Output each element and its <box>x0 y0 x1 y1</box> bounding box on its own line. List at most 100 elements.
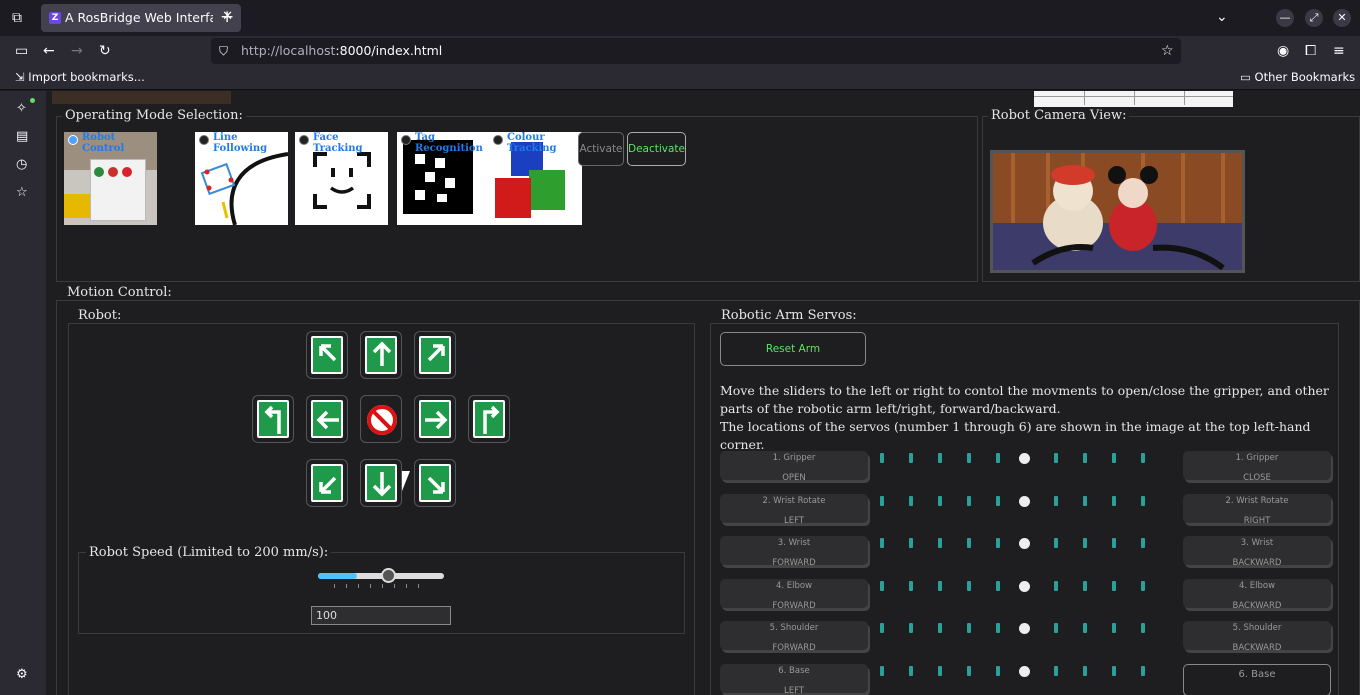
move-backward-right-button[interactable] <box>414 459 456 507</box>
servo-slider-tick <box>1083 623 1087 633</box>
servo-3-left-button[interactable]: 3. Wrist FORWARD <box>720 536 868 568</box>
radio-tag-recognition[interactable] <box>401 135 411 145</box>
servo-slider-tick <box>938 581 942 591</box>
servo-6-right-button[interactable]: 6. Base <box>1183 664 1331 695</box>
servo-slider-tick <box>996 623 1000 633</box>
servo-5-left-button[interactable]: 5. Shoulder FORWARD <box>720 621 868 653</box>
mode-tag-recognition[interactable]: Tag Recognition <box>397 132 490 225</box>
servo-slider-knob[interactable] <box>1019 538 1030 549</box>
maximize-icon[interactable]: ⤢ <box>1305 9 1323 27</box>
import-bookmarks-label: Import bookmarks... <box>28 70 145 84</box>
mode-colour-tracking[interactable]: Colour Tracking <box>489 132 582 225</box>
move-forward-right-button[interactable] <box>414 331 456 379</box>
servo-slider-tick <box>880 496 884 506</box>
mode-face-tracking[interactable]: Face Tracking <box>295 132 388 225</box>
servo-left-direction: OPEN <box>782 473 806 483</box>
import-bookmarks[interactable]: ⇲ Import bookmarks... <box>15 70 145 84</box>
new-tab-icon[interactable]: + <box>220 9 234 26</box>
servo-slider-tick <box>1112 623 1116 633</box>
servo-slider-tick <box>938 538 942 548</box>
servo-6-left-button[interactable]: 6. Base LEFT <box>720 664 868 695</box>
servo-slider-knob[interactable] <box>1019 581 1030 592</box>
servo-slider-tick <box>1112 666 1116 676</box>
deactivate-button[interactable]: Deactivate <box>627 132 686 166</box>
other-bookmarks[interactable]: ▭ Other Bookmarks <box>1240 70 1355 84</box>
move-right-button[interactable] <box>414 395 456 443</box>
minimize-icon[interactable]: — <box>1276 9 1294 27</box>
menu-icon[interactable]: ≡ <box>1333 43 1345 59</box>
servo-slider-tick <box>938 666 942 676</box>
url-host: http://localhost <box>241 43 336 58</box>
mode-robot-control[interactable]: Robot Control <box>64 132 157 225</box>
servo-slider-tick <box>909 666 913 676</box>
servo-slider-knob[interactable] <box>1019 666 1030 677</box>
servo-1-left-button[interactable]: 1. Gripper OPEN <box>720 451 868 483</box>
radio-line-following[interactable] <box>199 135 209 145</box>
speed-slider[interactable] <box>318 568 444 583</box>
servo-slider-tick <box>1141 496 1145 506</box>
servo-2-left-button[interactable]: 2. Wrist Rotate LEFT <box>720 494 868 526</box>
servo-slider-tick <box>880 453 884 463</box>
bookmark-star-icon[interactable]: ☆ <box>1161 43 1174 59</box>
servo-slider-tick <box>880 623 884 633</box>
servo-slider-tick <box>1141 666 1145 676</box>
bookmarks-icon[interactable]: ☆ <box>16 185 28 201</box>
servo-slider-tick <box>1083 453 1087 463</box>
tab-list-icon[interactable]: ⧉ <box>12 10 22 26</box>
stop-button[interactable] <box>360 395 402 443</box>
servo-1-right-button[interactable]: 1. Gripper CLOSE <box>1183 451 1331 483</box>
servo-5-right-button[interactable]: 5. Shoulder BACKWARD <box>1183 621 1331 653</box>
history-icon[interactable]: ◷ <box>16 157 27 173</box>
servo-location-image <box>52 91 231 104</box>
servo-3-right-button[interactable]: 3. Wrist BACKWARD <box>1183 536 1331 568</box>
servo-slider-knob[interactable] <box>1019 453 1030 464</box>
favicon-icon: Z <box>49 12 61 24</box>
camera-legend: Robot Camera View: <box>988 108 1130 123</box>
servo-slider-knob[interactable] <box>1019 623 1030 634</box>
synced-tabs-icon[interactable]: ▤ <box>16 129 28 145</box>
close-window-icon[interactable]: ✕ <box>1333 9 1351 27</box>
speed-input[interactable]: 100 <box>311 606 451 625</box>
servo-slider-knob[interactable] <box>1019 496 1030 507</box>
arm-legend: Robotic Arm Servos: <box>718 308 860 323</box>
servo-slider-tick <box>909 538 913 548</box>
sidebar-toggle-icon[interactable]: ▭ <box>15 43 28 59</box>
activate-button[interactable]: Activate <box>578 132 624 166</box>
forward-icon[interactable]: → <box>71 43 83 59</box>
servo-slider-tick <box>967 453 971 463</box>
turn-left-button[interactable] <box>252 395 294 443</box>
servo-4-right-button[interactable]: 4. Elbow BACKWARD <box>1183 579 1331 611</box>
camera-scene-illustration <box>993 153 1242 270</box>
speed-slider-thumb[interactable] <box>381 568 397 583</box>
radio-robot-control[interactable] <box>68 135 78 145</box>
move-forward-button[interactable] <box>360 331 402 379</box>
radio-face-tracking[interactable] <box>299 135 309 145</box>
tab-title: A RosBridge Web Interfa <box>65 10 213 25</box>
motion-control-legend: Motion Control: <box>64 285 175 300</box>
ai-chat-icon[interactable]: ✧ <box>16 101 27 117</box>
move-backward-left-button[interactable] <box>306 459 348 507</box>
account-icon[interactable]: ◉ <box>1277 43 1289 59</box>
servo-4-left-button[interactable]: 4. Elbow FORWARD <box>720 579 868 611</box>
tab-active[interactable]: Z A RosBridge Web Interfa ✕ <box>41 4 241 32</box>
servo-right-direction: BACKWARD <box>1232 601 1282 611</box>
chevron-down-icon[interactable]: ⌄ <box>1216 9 1228 25</box>
servo-2-right-button[interactable]: 2. Wrist Rotate RIGHT <box>1183 494 1331 526</box>
other-bookmarks-label: Other Bookmarks <box>1254 70 1356 84</box>
radio-colour-tracking[interactable] <box>493 135 503 145</box>
reload-icon[interactable]: ↻ <box>99 43 111 59</box>
url-bar[interactable]: ⛉ http://localhost:8000/index.html ☆ <box>211 38 1181 64</box>
move-left-button[interactable] <box>306 395 348 443</box>
turn-right-button[interactable] <box>468 395 510 443</box>
servo-slider-tick <box>938 453 942 463</box>
back-icon[interactable]: ← <box>43 43 55 59</box>
arm-instructions-line-1: Move the sliders to the left or right to… <box>720 383 1329 416</box>
reset-arm-button[interactable]: Reset Arm <box>720 332 866 366</box>
move-forward-left-button[interactable] <box>306 331 348 379</box>
extensions-icon[interactable]: ⧠ <box>1305 43 1316 59</box>
servo-slider-tick <box>1141 581 1145 591</box>
settings-gear-icon[interactable]: ⚙ <box>16 667 28 683</box>
mode-line-following[interactable]: Line Following <box>195 132 288 225</box>
move-backward-button[interactable] <box>360 459 402 507</box>
top-diagram-image <box>1034 91 1233 107</box>
